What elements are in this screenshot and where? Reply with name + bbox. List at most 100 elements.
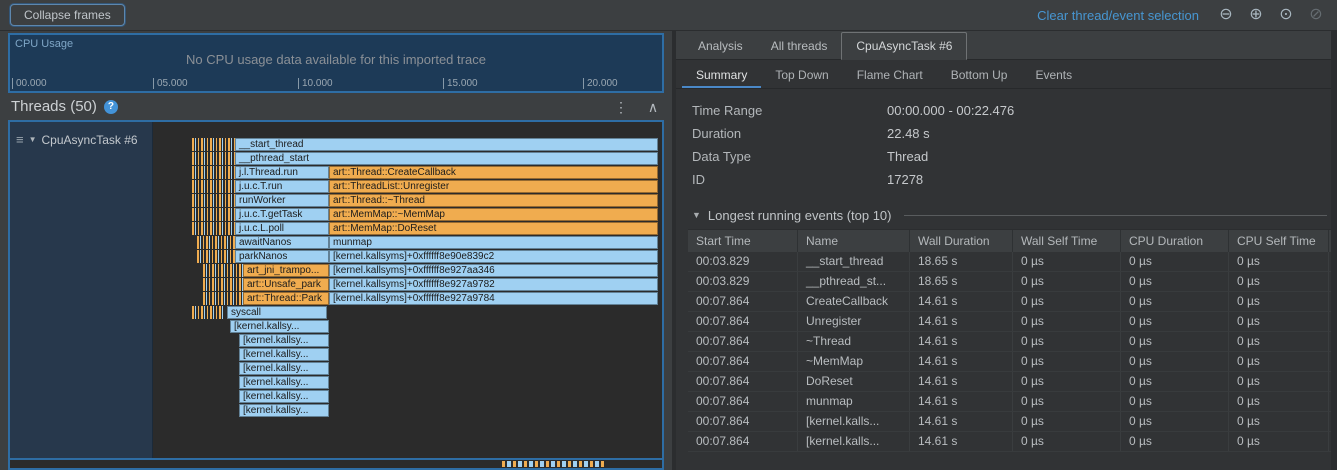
column-header-cpu-duration[interactable]: CPU Duration bbox=[1121, 230, 1229, 252]
flame-frame-art-thread-createcallback[interactable]: art::Thread::CreateCallback bbox=[329, 166, 658, 179]
subtab-flame-chart[interactable]: Flame Chart bbox=[843, 60, 937, 88]
flame-frame-j-u-c-t-run[interactable]: j.u.c.T.run bbox=[235, 180, 329, 193]
table-cell: DoReset bbox=[798, 372, 910, 391]
more-options-icon[interactable]: ⋮ bbox=[613, 97, 629, 117]
flame-frame-art-thread-thread[interactable]: art::Thread::~Thread bbox=[329, 194, 658, 207]
tab-analysis[interactable]: Analysis bbox=[684, 33, 757, 59]
subtab-bottom-up[interactable]: Bottom Up bbox=[937, 60, 1022, 88]
table-row[interactable]: 00:07.864munmap14.61 s0 µs0 µs0 µs bbox=[688, 392, 1331, 412]
flame-mini-frames[interactable] bbox=[192, 180, 235, 193]
flame-frame-awaitnanos[interactable]: awaitNanos bbox=[235, 236, 329, 249]
subtab-top-down[interactable]: Top Down bbox=[761, 60, 842, 88]
column-header-wall-duration[interactable]: Wall Duration bbox=[910, 230, 1013, 252]
flame-frame-art-memmap-memmap[interactable]: art::MemMap::~MemMap bbox=[329, 208, 658, 221]
help-icon[interactable]: ? bbox=[104, 100, 118, 114]
flame-frame-kernel-kallsyms-0xffffff8e90e839c2[interactable]: [kernel.kallsyms]+0xffffff8e90e839c2 bbox=[329, 250, 658, 263]
flame-frame-kernel-kallsyms-0xffffff8e927aa346[interactable]: [kernel.kallsyms]+0xffffff8e927aa346 bbox=[329, 264, 658, 277]
flame-frame-kernel-kallsy[interactable]: [kernel.kallsy... bbox=[230, 320, 329, 333]
table-cell: 14.61 s bbox=[910, 432, 1013, 451]
flame-mini-frames[interactable] bbox=[192, 166, 235, 179]
tab-cpuasynctask-6[interactable]: CpuAsyncTask #6 bbox=[841, 32, 967, 60]
timeline-tick: 20.000 bbox=[583, 78, 618, 89]
zoom-to-selection-icon: ⊘ bbox=[1305, 5, 1327, 25]
flame-mini-frames[interactable] bbox=[192, 152, 235, 165]
flame-mini-frames[interactable] bbox=[192, 138, 235, 151]
flame-frame-j-u-c-t-gettask[interactable]: j.u.c.T.getTask bbox=[235, 208, 329, 221]
expand-arrow-icon[interactable]: ▼ bbox=[29, 135, 37, 144]
flame-frame-j-l-thread-run[interactable]: j.l.Thread.run bbox=[235, 166, 329, 179]
table-cell: [kernel.kalls... bbox=[798, 432, 910, 451]
table-row[interactable]: 00:03.829__pthread_st...18.65 s0 µs0 µs0… bbox=[688, 272, 1331, 292]
flame-mini-frames[interactable] bbox=[203, 278, 243, 291]
flame-frame-art-memmap-doreset[interactable]: art::MemMap::DoReset bbox=[329, 222, 658, 235]
table-row[interactable]: 00:07.864[kernel.kalls...14.61 s0 µs0 µs… bbox=[688, 432, 1331, 452]
table-row[interactable]: 00:07.864CreateCallback14.61 s0 µs0 µs0 … bbox=[688, 292, 1331, 312]
flame-mini-frames[interactable] bbox=[197, 236, 235, 249]
flame-mini-frames[interactable] bbox=[197, 250, 235, 263]
table-cell: Unregister bbox=[798, 312, 910, 331]
flame-frame-kernel-kallsy[interactable]: [kernel.kallsy... bbox=[239, 334, 329, 347]
flame-row: [kernel.kallsy... bbox=[153, 320, 662, 334]
flame-frame-parknanos[interactable]: parkNanos bbox=[235, 250, 329, 263]
flame-frame-art-unsafe-park[interactable]: art::Unsafe_park bbox=[243, 278, 329, 291]
main-area: CPU Usage No CPU usage data available fo… bbox=[0, 31, 1337, 470]
flame-frame-kernel-kallsy[interactable]: [kernel.kallsy... bbox=[239, 376, 329, 389]
column-header-name[interactable]: Name bbox=[798, 230, 910, 252]
table-row[interactable]: 00:07.864[kernel.kalls...14.61 s0 µs0 µs… bbox=[688, 412, 1331, 432]
subtab-summary[interactable]: Summary bbox=[682, 60, 761, 88]
flame-frame-runworker[interactable]: runWorker bbox=[235, 194, 329, 207]
flame-frame-start-thread[interactable]: __start_thread bbox=[235, 138, 658, 151]
table-row[interactable]: 00:07.864~Thread14.61 s0 µs0 µs0 µs bbox=[688, 332, 1331, 352]
flame-mini-frames[interactable] bbox=[203, 292, 243, 305]
toolbar: Collapse frames Clear thread/event selec… bbox=[0, 0, 1337, 31]
table-row[interactable]: 00:07.864Unregister14.61 s0 µs0 µs0 µs bbox=[688, 312, 1331, 332]
flame-mini-frames[interactable] bbox=[192, 194, 235, 207]
collapse-frames-button[interactable]: Collapse frames bbox=[10, 4, 125, 26]
reset-zoom-icon[interactable]: ⊙ bbox=[1275, 5, 1297, 25]
flame-frame-syscall[interactable]: syscall bbox=[227, 306, 327, 319]
flame-frame-j-u-c-l-poll[interactable]: j.u.c.L.poll bbox=[235, 222, 329, 235]
column-header-cpu-self-time[interactable]: CPU Self Time bbox=[1229, 230, 1329, 252]
table-cell: 0 µs bbox=[1229, 352, 1329, 371]
flame-frame-kernel-kallsy[interactable]: [kernel.kallsy... bbox=[239, 404, 329, 417]
flame-frame-art-jni-trampo[interactable]: art_jni_trampo... bbox=[243, 264, 329, 277]
summary-value: 22.48 s bbox=[887, 126, 930, 141]
flame-frame-art-threadlist-unregister[interactable]: art::ThreadList::Unregister bbox=[329, 180, 658, 193]
flame-frame-kernel-kallsy[interactable]: [kernel.kallsy... bbox=[239, 362, 329, 375]
section-collapse-icon[interactable]: ▼ bbox=[692, 210, 701, 220]
column-header-start-time[interactable]: Start Time bbox=[688, 230, 798, 252]
flame-row: j.u.c.T.runart::ThreadList::Unregister bbox=[153, 180, 662, 194]
flame-frame-pthread-start[interactable]: __pthread_start bbox=[235, 152, 658, 165]
flame-mini-frames[interactable] bbox=[192, 208, 235, 221]
flame-frame-kernel-kallsyms-0xffffff8e927a9784[interactable]: [kernel.kallsyms]+0xffffff8e927a9784 bbox=[329, 292, 658, 305]
flame-frame-kernel-kallsy[interactable]: [kernel.kallsy... bbox=[239, 390, 329, 403]
threads-body: ≡ ▼ CpuAsyncTask #6 __start_thread__pthr… bbox=[8, 120, 664, 458]
cpu-usage-panel[interactable]: CPU Usage No CPU usage data available fo… bbox=[8, 33, 664, 93]
flame-row: art::Unsafe_park[kernel.kallsyms]+0xffff… bbox=[153, 278, 662, 292]
zoom-in-icon[interactable]: ⊕ bbox=[1245, 5, 1267, 25]
table-cell: 00:07.864 bbox=[688, 412, 798, 431]
subtab-events[interactable]: Events bbox=[1021, 60, 1086, 88]
flame-mini-frames[interactable] bbox=[192, 306, 225, 319]
flame-frame-kernel-kallsyms-0xffffff8e927a9782[interactable]: [kernel.kallsyms]+0xffffff8e927a9782 bbox=[329, 278, 658, 291]
tab-all-threads[interactable]: All threads bbox=[757, 33, 842, 59]
thread-row-cpuasynctask[interactable]: ≡ ▼ CpuAsyncTask #6 bbox=[10, 132, 152, 147]
table-row[interactable]: 00:03.829__start_thread18.65 s0 µs0 µs0 … bbox=[688, 252, 1331, 272]
zoom-out-icon[interactable]: ⊖ bbox=[1215, 5, 1237, 25]
next-thread-track[interactable] bbox=[8, 458, 664, 470]
table-cell: __start_thread bbox=[798, 252, 910, 271]
flame-mini-frames[interactable] bbox=[203, 264, 243, 277]
summary-label: Data Type bbox=[692, 149, 887, 164]
table-row[interactable]: 00:07.864DoReset14.61 s0 µs0 µs0 µs bbox=[688, 372, 1331, 392]
flame-frame-art-thread-park[interactable]: art::Thread::Park bbox=[243, 292, 329, 305]
table-row[interactable]: 00:07.864~MemMap14.61 s0 µs0 µs0 µs bbox=[688, 352, 1331, 372]
flame-frame-kernel-kallsy[interactable]: [kernel.kallsy... bbox=[239, 348, 329, 361]
analysis-tab-bar: AnalysisAll threadsCpuAsyncTask #6 bbox=[676, 31, 1331, 60]
flame-frame-munmap[interactable]: munmap bbox=[329, 236, 658, 249]
column-header-wall-self-time[interactable]: Wall Self Time bbox=[1013, 230, 1121, 252]
timeline-panel: CPU Usage No CPU usage data available fo… bbox=[0, 31, 672, 470]
table-cell: 0 µs bbox=[1121, 292, 1229, 311]
clear-selection-link[interactable]: Clear thread/event selection bbox=[1037, 8, 1199, 23]
collapse-panel-icon[interactable]: ∧ bbox=[645, 97, 661, 117]
flame-mini-frames[interactable] bbox=[192, 222, 235, 235]
